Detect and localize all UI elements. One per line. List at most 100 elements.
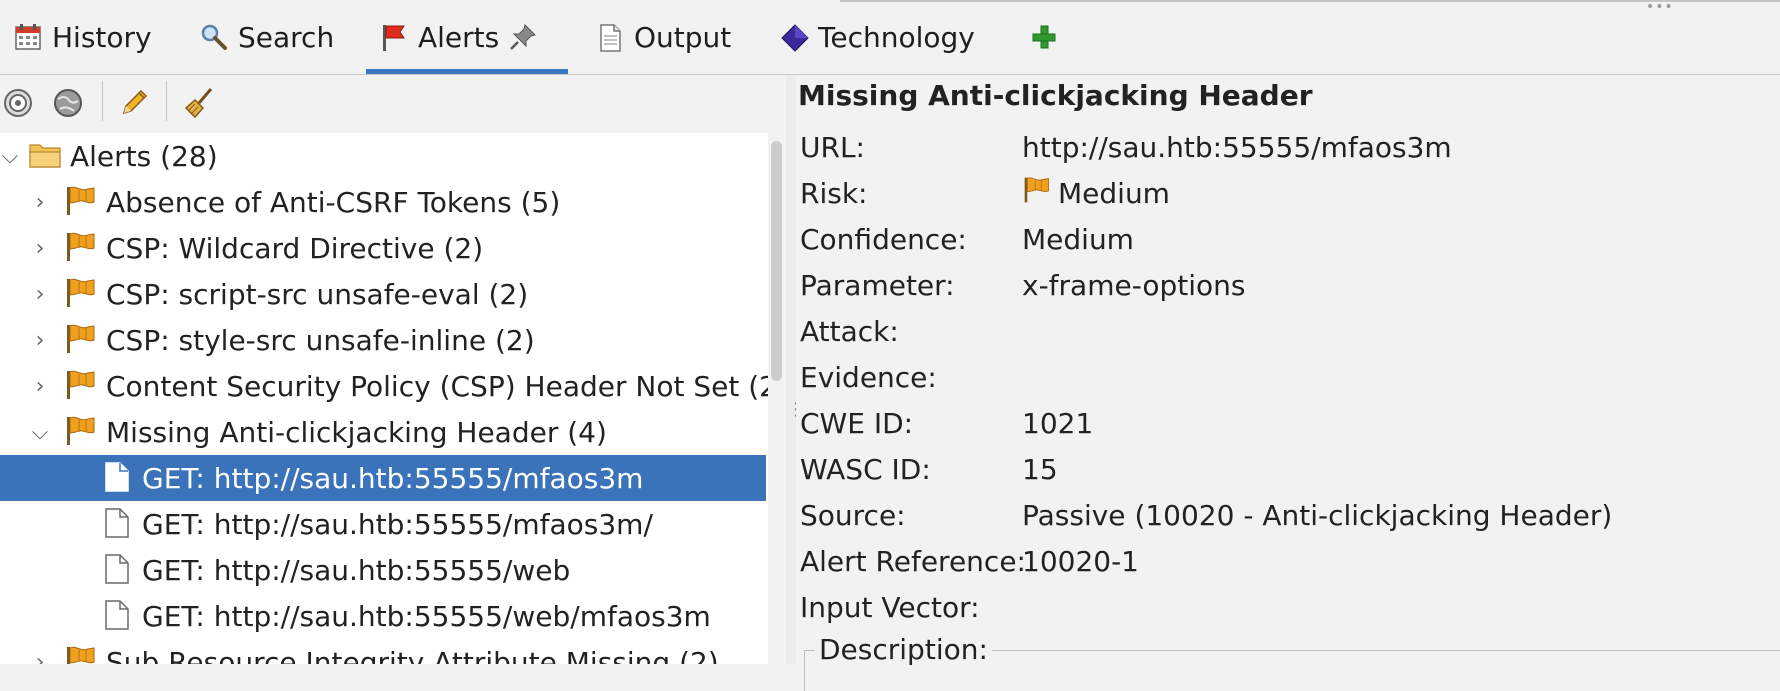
tab-technology[interactable]: Technology [766,0,989,74]
alert-group-row[interactable]: › Absence of Anti-CSRF Tokens (5) [0,179,768,225]
technology-cube-icon [780,23,809,52]
detail-label: URL: [800,130,865,164]
alerts-tree-panel: ⌵ Alerts (28) › Absence of Anti-CSRF Tok… [0,75,786,664]
confidence-value: Medium [1022,222,1134,256]
cwe-id-value: 1021 [1022,406,1094,440]
alert-instance-label: GET: http://sau.htb:55555/mfaos3m [142,461,644,495]
source-value: Passive (10020 - Anti-clickjacking Heade… [1022,498,1613,532]
tree-root-label: Alerts (28) [70,139,218,173]
alert-instance-label: GET: http://sau.htb:55555/mfaos3m/ [142,507,653,541]
alert-group-row-expanded[interactable]: ⌵ Missing Anti-clickjacking Header (4) [0,409,768,455]
alert-detail-title: Missing Anti-clickjacking Header [798,79,1313,112]
alert-instance-row[interactable]: GET: http://sau.htb:55555/web [0,547,768,593]
detail-value: http://sau.htb:55555/mfaos3m [1022,131,1452,164]
detail-label: Input Vector: [800,590,980,624]
tree-vertical-scrollbar[interactable] [768,133,786,664]
globe-button[interactable] [50,85,86,121]
alert-group-label: Absence of Anti-CSRF Tokens (5) [106,185,561,219]
orange-flag-icon [64,323,98,355]
alert-group-row[interactable]: › Content Security Policy (CSP) Header N… [0,363,768,409]
tree-root-alerts[interactable]: ⌵ Alerts (28) [0,133,768,179]
orange-flag-icon [64,277,98,309]
target-icon [4,89,32,117]
detail-value: Medium [1022,175,1170,212]
url-value[interactable]: http://sau.htb:55555/mfaos3m [1022,131,1452,164]
expand-arrow-icon[interactable]: › [30,236,50,261]
folder-icon [28,139,62,171]
expand-arrow-icon[interactable]: › [30,374,50,399]
orange-flag-icon [1022,175,1052,212]
tab-output-label: Output [634,20,732,54]
orange-flag-icon [64,645,98,664]
pin-icon[interactable] [509,23,537,51]
detail-label: Evidence: [800,360,937,394]
alert-instance-row-selected[interactable]: GET: http://sau.htb:55555/mfaos3m [0,455,766,501]
expand-arrow-icon[interactable]: › [30,328,50,353]
alert-detail-panel: Missing Anti-clickjacking Header URL: ht… [796,75,1780,691]
detail-label: CWE ID: [800,406,914,440]
tab-search[interactable]: Search [186,0,348,74]
detail-label: Risk: [800,176,868,210]
detail-label: Confidence: [800,222,967,256]
alert-group-label: Sub Resource Integrity Attribute Missing… [106,645,719,665]
expand-arrow-icon[interactable]: › [30,650,50,665]
tab-history[interactable]: History [0,0,166,74]
orange-flag-icon [64,185,98,217]
expand-arrow-icon[interactable]: › [30,190,50,215]
alert-instance-label: GET: http://sau.htb:55555/web/mfaos3m [142,599,711,633]
orange-flag-icon [64,369,98,401]
detail-label: Attack: [800,314,899,348]
scrollbar-thumb[interactable] [771,141,782,381]
calendar-icon [14,23,42,51]
parameter-value: x-frame-options [1022,268,1246,302]
collapse-arrow-icon[interactable]: ⌵ [0,144,20,169]
document-icon [104,507,138,539]
alert-group-label: Content Security Policy (CSP) Header Not… [106,369,768,403]
tab-alerts[interactable]: Alerts [366,0,568,74]
panel-splitter[interactable]: ⋮ [786,75,805,664]
document-icon [104,599,138,631]
expand-arrow-icon[interactable]: › [30,282,50,307]
description-section: Description: [804,633,1780,691]
target-button[interactable] [0,85,36,121]
detail-label: Source: [800,498,906,532]
alert-group-label: CSP: style-src unsafe-inline (2) [106,323,535,357]
red-flag-icon [380,23,408,51]
alerts-toolbar [0,75,786,131]
document-icon [104,461,138,493]
tab-history-label: History [52,20,152,54]
alert-group-label: CSP: script-src unsafe-eval (2) [106,277,529,311]
broom-icon [184,88,213,119]
drag-grip-icon[interactable]: ••• [1646,0,1674,14]
tab-technology-label: Technology [818,20,975,54]
tab-alerts-label: Alerts [418,20,500,54]
alert-group-row[interactable]: › CSP: Wildcard Directive (2) [0,225,768,271]
globe-icon [54,89,82,117]
risk-value: Medium [1058,176,1170,210]
add-tab-button[interactable] [1016,0,1072,74]
alert-group-row[interactable]: › CSP: style-src unsafe-inline (2) [0,317,768,363]
alert-group-row[interactable]: › CSP: script-src unsafe-eval (2) [0,271,768,317]
tab-output[interactable]: Output [582,0,745,74]
alert-instance-row[interactable]: GET: http://sau.htb:55555/mfaos3m/ [0,501,768,547]
collapse-arrow-icon[interactable]: ⌵ [30,420,50,445]
clear-alerts-button[interactable] [182,85,218,121]
alert-reference-value: 10020-1 [1022,544,1139,578]
detail-label: WASC ID: [800,452,931,486]
alerts-tree: ⌵ Alerts (28) › Absence of Anti-CSRF Tok… [0,133,768,664]
alert-group-row[interactable]: › Sub Resource Integrity Attribute Missi… [0,639,768,664]
alert-group-label: CSP: Wildcard Directive (2) [106,231,484,265]
add-tab-plus-icon [1030,23,1058,51]
alert-group-label: Missing Anti-clickjacking Header (4) [106,415,607,449]
tab-search-label: Search [238,20,335,54]
alert-instance-row[interactable]: GET: http://sau.htb:55555/web/mfaos3m [0,593,768,639]
document-icon [104,553,138,585]
description-label: Description: [815,633,992,666]
orange-flag-icon [64,415,98,447]
wasc-id-value: 15 [1022,452,1058,486]
edit-alert-button[interactable] [116,85,152,121]
orange-flag-icon [64,231,98,263]
toolbar-separator [166,81,167,121]
document-icon [596,23,624,52]
toolbar-separator [102,81,103,121]
